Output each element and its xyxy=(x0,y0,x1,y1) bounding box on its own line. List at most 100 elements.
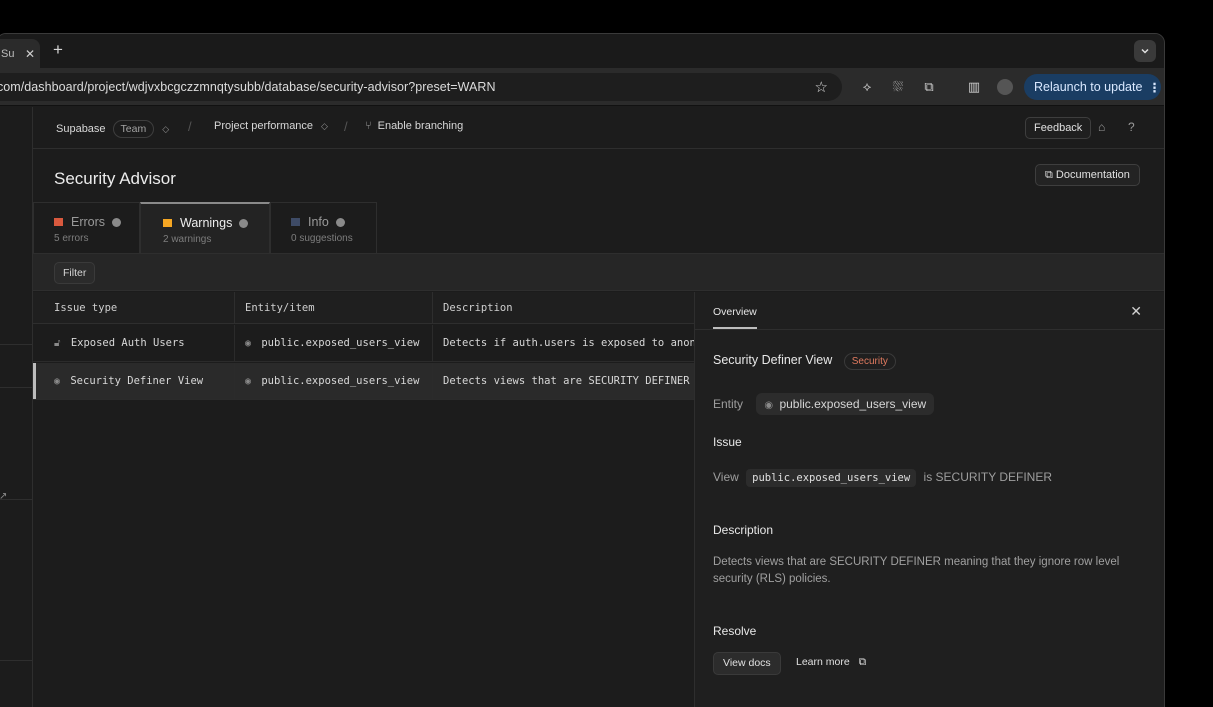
row-entity: public.exposed_users_view xyxy=(261,375,420,387)
issue-code: public.exposed_users_view xyxy=(746,469,917,487)
entity-pill[interactable]: ◉ public.exposed_users_view xyxy=(756,393,935,415)
chevron-updown-icon: ◇ xyxy=(162,124,170,134)
org-name: Supabase xyxy=(56,123,106,135)
bookmark-star-icon[interactable]: ☆ xyxy=(815,78,828,96)
new-tab-button[interactable]: + xyxy=(53,40,63,60)
eye-icon: ◉ xyxy=(245,338,252,349)
address-bar[interactable]: com/dashboard/project/wdjvxbcgczzmnqtysu… xyxy=(0,73,842,101)
table-row[interactable]: ◉ Security Definer View ◉ public.exposed… xyxy=(33,363,695,400)
chevron-down-icon xyxy=(1141,48,1149,54)
enable-branching-button[interactable]: ⑂ Enable branching xyxy=(365,120,463,132)
project-switcher[interactable]: Project performance ◇ xyxy=(214,120,328,132)
project-name: Project performance xyxy=(214,120,314,132)
issues-table: Issue type Entity/item Description 🔓︎ Ex… xyxy=(33,292,695,707)
row-entity: public.exposed_users_view xyxy=(261,337,420,349)
feedback-button[interactable]: Feedback xyxy=(1025,117,1092,139)
external-link-icon: ⧉ xyxy=(1045,169,1053,181)
row-description: Detects views that are SECURITY DEFINER … xyxy=(443,375,695,387)
url-text: com/dashboard/project/wdjvxbcgczzmnqtysu… xyxy=(0,80,496,94)
flag-icon xyxy=(54,218,63,226)
sidebar-divider xyxy=(0,660,32,661)
issue-suffix: is SECURITY DEFINER xyxy=(923,470,1052,484)
view-docs-button[interactable]: View docs xyxy=(713,652,781,675)
breadcrumb-separator: / xyxy=(188,119,192,134)
extension-icon[interactable]: ⛆ xyxy=(890,79,906,95)
row-description: Detects if auth.users is exposed to anon xyxy=(443,337,695,349)
address-bar-row: com/dashboard/project/wdjvxbcgczzmnqtysu… xyxy=(0,68,1164,106)
tab-strip: Supabase ✕ + xyxy=(0,34,1164,68)
help-icon[interactable]: ? xyxy=(1128,120,1135,134)
tab-info[interactable]: Info 0 suggestions xyxy=(270,202,377,253)
kebab-menu-icon[interactable]: ⋮ xyxy=(1148,80,1160,95)
row-issue-type: Exposed Auth Users xyxy=(70,337,185,349)
info-icon xyxy=(239,218,249,228)
entity-value: public.exposed_users_view xyxy=(779,397,927,411)
active-tab-indicator xyxy=(713,327,757,329)
tab-errors-count: 5 errors xyxy=(54,233,89,244)
eye-icon: ◉ xyxy=(245,376,252,387)
issue-name: Security Definer View xyxy=(713,353,833,367)
close-icon[interactable]: ✕ xyxy=(1130,303,1142,320)
tab-search-button[interactable] xyxy=(1134,40,1156,62)
issue-prefix: View xyxy=(713,470,739,484)
relaunch-label: Relaunch to update xyxy=(1034,80,1143,94)
category-badge: Security xyxy=(843,353,896,370)
column-header-description[interactable]: Description xyxy=(433,292,695,324)
info-icon xyxy=(112,217,122,227)
issue-detail: View public.exposed_users_view is SECURI… xyxy=(713,469,1052,487)
info-icon xyxy=(335,217,345,227)
advisor-tabs: Errors 5 errors Warnings 2 warnings Info xyxy=(33,202,1164,253)
tab-errors[interactable]: Errors 5 errors xyxy=(33,202,140,253)
tab-info-count: 0 suggestions xyxy=(291,233,353,244)
issue-heading: Security Definer View Security xyxy=(713,353,896,370)
browser-tab[interactable]: Supabase ✕ xyxy=(0,39,40,68)
external-link-icon: ⧉ xyxy=(858,656,867,668)
org-switcher[interactable]: Supabase Team ◇ xyxy=(56,120,169,138)
tab-overview[interactable]: Overview xyxy=(713,306,757,318)
profile-avatar-icon[interactable] xyxy=(997,79,1013,95)
browser-window: Supabase ✕ + com/dashboard/project/wdjvx… xyxy=(0,33,1165,707)
tab-errors-label: Errors xyxy=(71,215,106,229)
resolve-title: Resolve xyxy=(713,624,757,638)
breadcrumb-separator: / xyxy=(344,119,348,134)
side-panel-icon[interactable]: ▥ xyxy=(966,79,982,95)
tab-warnings-count: 2 warnings xyxy=(163,234,212,245)
description-title: Description xyxy=(713,523,774,537)
top-bar: Supabase Team ◇ / Project performance ◇ … xyxy=(33,107,1164,149)
external-link-icon[interactable]: ↗ xyxy=(0,491,7,502)
chevron-updown-icon: ◇ xyxy=(321,121,328,131)
entity-row: Entity ◉ public.exposed_users_view xyxy=(713,393,935,415)
issue-detail-panel: Overview ✕ Security Definer View Securit… xyxy=(694,292,1164,707)
browser-tab-title: Supabase xyxy=(1,47,15,60)
learn-more-link[interactable]: Learn more ⧉ xyxy=(796,656,866,669)
flag-icon xyxy=(291,218,300,226)
documentation-label: Documentation xyxy=(1055,169,1130,181)
issue-title: Issue xyxy=(713,435,742,449)
lock-icon: 🔓︎ xyxy=(54,338,61,349)
filter-bar: Filter xyxy=(33,253,1164,291)
entity-label: Entity xyxy=(713,397,744,411)
tab-warnings[interactable]: Warnings 2 warnings xyxy=(140,202,270,253)
description-text: Detects views that are SECURITY DEFINER … xyxy=(713,556,1120,585)
org-plan-badge: Team xyxy=(112,120,155,138)
column-header-issue-type[interactable]: Issue type xyxy=(33,292,235,324)
page-title: Security Advisor xyxy=(54,169,176,188)
filter-button[interactable]: Filter xyxy=(54,262,96,284)
left-sidebar: ↗ xyxy=(0,107,33,707)
table-header: Issue type Entity/item Description xyxy=(33,292,695,324)
tab-info-label: Info xyxy=(308,215,329,229)
extension-puzzle-icon[interactable]: ⟡ xyxy=(859,79,875,95)
column-header-entity[interactable]: Entity/item xyxy=(235,292,433,324)
table-row[interactable]: 🔓︎ Exposed Auth Users ◉ public.exposed_u… xyxy=(33,325,695,362)
extensions-icon[interactable]: ⧉ xyxy=(921,79,937,95)
inbox-icon[interactable]: ⌂ xyxy=(1098,120,1105,134)
panel-tab-divider xyxy=(695,329,1164,330)
enable-branching-label: Enable branching xyxy=(377,120,464,132)
relaunch-button[interactable]: Relaunch to update ⋮ xyxy=(1024,74,1161,100)
close-tab-icon[interactable]: ✕ xyxy=(25,47,35,61)
row-issue-type: Security Definer View xyxy=(70,375,204,387)
flag-icon xyxy=(163,219,172,227)
tab-warnings-label: Warnings xyxy=(180,216,233,230)
documentation-button[interactable]: ⧉ Documentation xyxy=(1035,164,1140,186)
eye-icon: ◉ xyxy=(54,376,61,387)
